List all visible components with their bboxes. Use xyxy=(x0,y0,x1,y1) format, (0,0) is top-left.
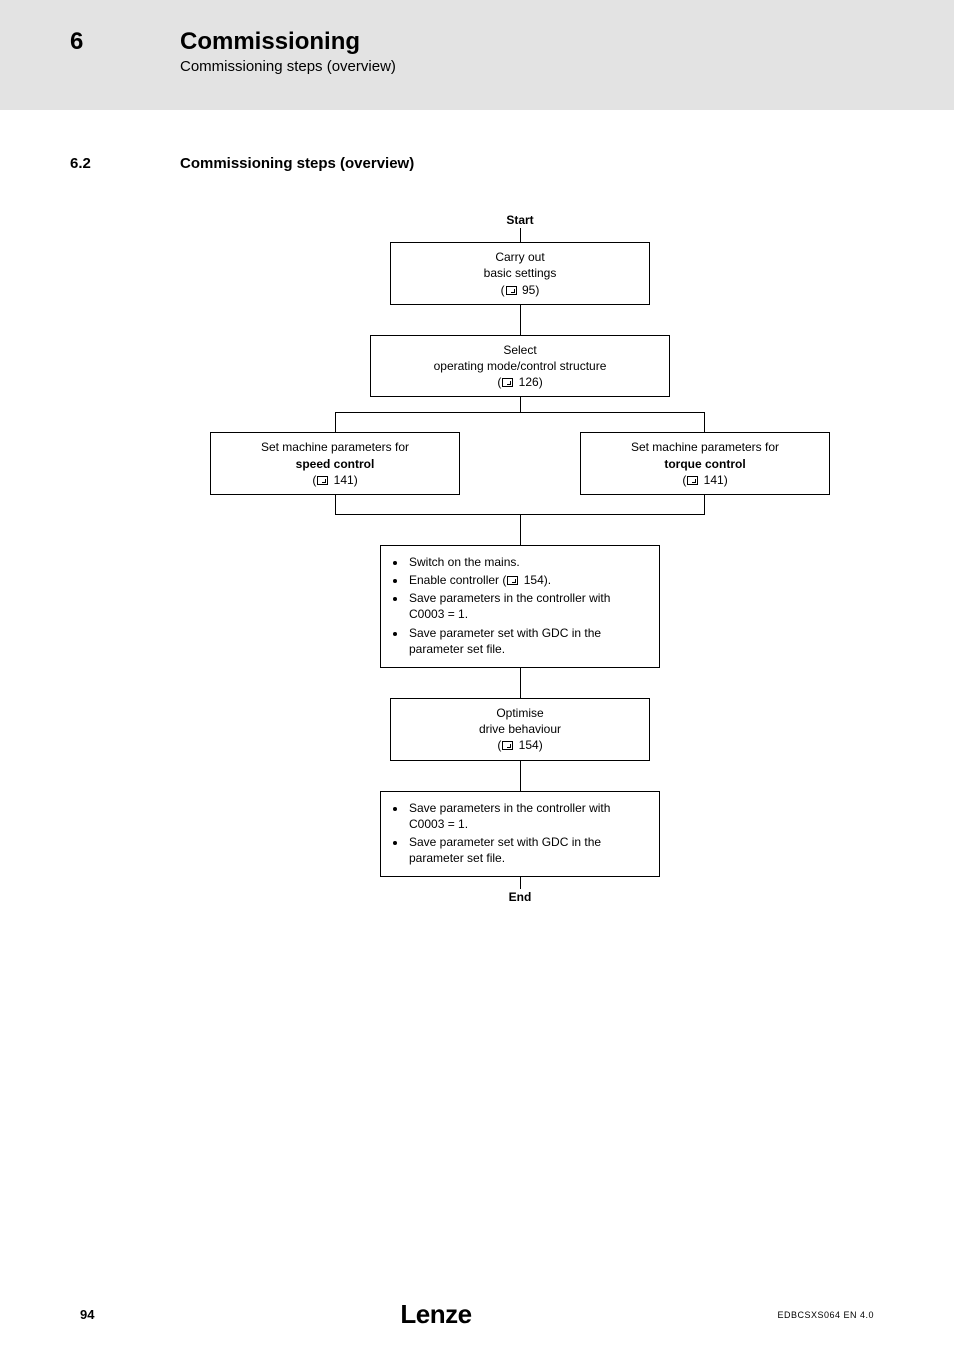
flow-box-speed-control: Set machine parameters for speed control… xyxy=(210,432,460,495)
section-title: Commissioning steps (overview) xyxy=(180,155,414,172)
flow-text: speed control xyxy=(219,456,451,472)
flow-ref: ( 141) xyxy=(589,472,821,488)
book-icon xyxy=(502,741,513,750)
chapter-title: Commissioning xyxy=(180,28,360,56)
flow-box-torque-control: Set machine parameters for torque contro… xyxy=(580,432,830,495)
brand-logo: Lenze xyxy=(400,1299,471,1330)
flow-box-basic-settings: Carry out basic settings ( 95) xyxy=(390,242,650,305)
flow-ref: ( 126) xyxy=(379,374,661,390)
flow-branch: Set machine parameters for speed control… xyxy=(210,432,830,495)
flow-text: Set machine parameters for xyxy=(589,439,821,455)
flow-merge xyxy=(210,495,830,515)
book-icon xyxy=(687,476,698,485)
document-id: EDBCSXS064 EN 4.0 xyxy=(777,1310,874,1320)
flow-text: drive behaviour xyxy=(399,721,641,737)
flow-text: basic settings xyxy=(399,265,641,281)
flow-text: Optimise xyxy=(399,705,641,721)
book-icon xyxy=(506,286,517,295)
flow-bullet: Save parameter set with GDC in the param… xyxy=(407,625,647,657)
flow-bullet: Enable controller ( 154). xyxy=(407,572,647,588)
flow-end-label: End xyxy=(120,889,920,905)
flow-split xyxy=(210,412,830,432)
flow-bullet: Save parameters in the controller with C… xyxy=(407,800,647,832)
flow-box-optimise: Optimise drive behaviour ( 154) xyxy=(390,698,650,761)
flow-start-label: Start xyxy=(120,212,920,228)
flow-bullet: Save parameter set with GDC in the param… xyxy=(407,834,647,866)
page-number: 94 xyxy=(80,1307,94,1322)
flowchart: Start Carry out basic settings ( 95) Sel… xyxy=(120,212,920,906)
page-header: 6 Commissioning Commissioning steps (ove… xyxy=(0,0,954,110)
flow-ref: ( 141) xyxy=(219,472,451,488)
flow-text: Carry out xyxy=(399,249,641,265)
flow-bullet: Save parameters in the controller with C… xyxy=(407,590,647,622)
flow-text: torque control xyxy=(589,456,821,472)
book-icon xyxy=(317,476,328,485)
flow-bullet: Switch on the mains. xyxy=(407,554,647,570)
book-icon xyxy=(502,378,513,387)
flow-text: operating mode/control structure xyxy=(379,358,661,374)
flow-text: Set machine parameters for xyxy=(219,439,451,455)
flow-ref: ( 95) xyxy=(399,282,641,298)
flow-ref: ( 154) xyxy=(399,737,641,753)
chapter-subtitle: Commissioning steps (overview) xyxy=(180,58,954,75)
flow-box-switch-on: Switch on the mains. Enable controller (… xyxy=(380,545,660,668)
book-icon xyxy=(507,576,518,585)
page-footer: 94 Lenze EDBCSXS064 EN 4.0 xyxy=(0,1299,954,1330)
flow-box-save-final: Save parameters in the controller with C… xyxy=(380,791,660,878)
section-heading: 6.2 Commissioning steps (overview) xyxy=(70,155,954,172)
section-number: 6.2 xyxy=(70,155,180,172)
flow-box-select-mode: Select operating mode/control structure … xyxy=(370,335,670,398)
chapter-number: 6 xyxy=(70,28,180,56)
flow-text: Select xyxy=(379,342,661,358)
